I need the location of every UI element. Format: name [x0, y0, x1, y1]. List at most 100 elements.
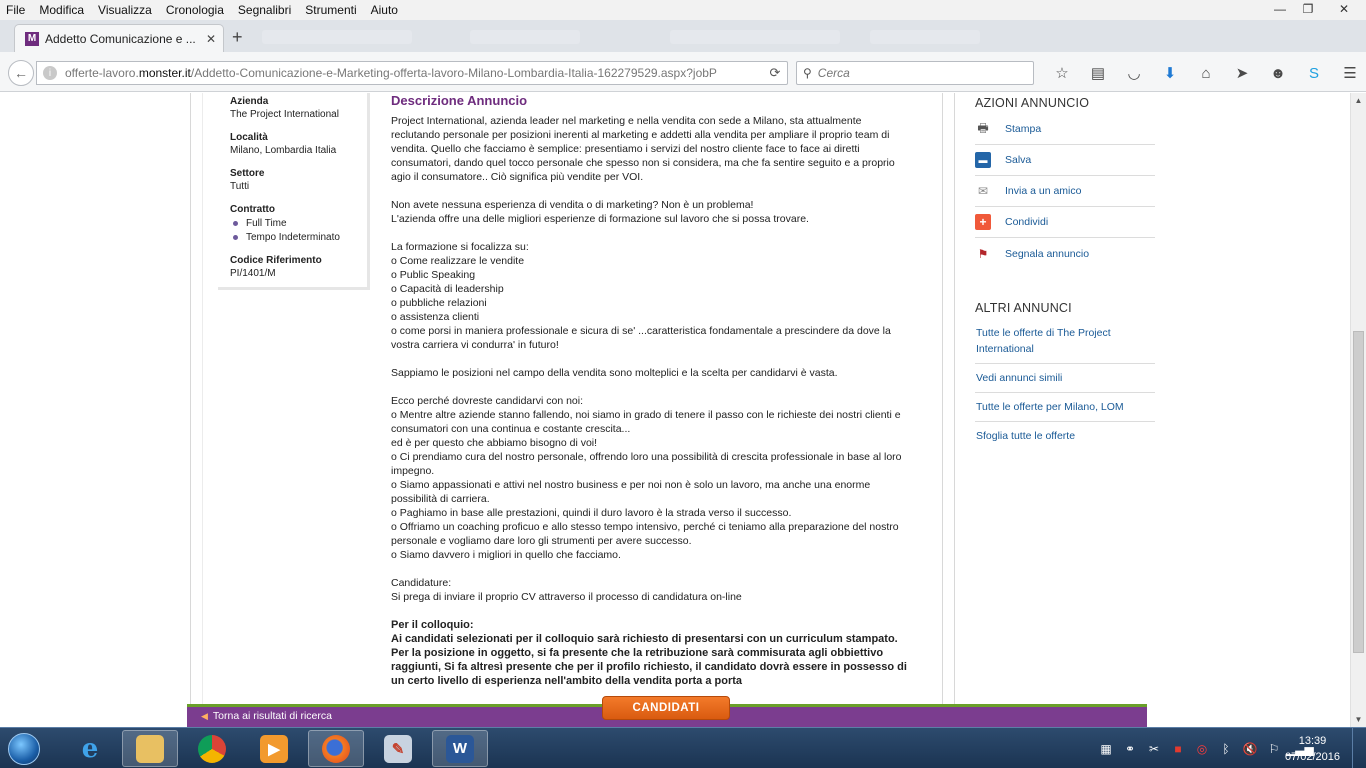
- tools-icon[interactable]: ✂: [1142, 742, 1166, 756]
- media-player-icon: ▶: [260, 734, 288, 763]
- navigation-bar: i offerte-lavoro.monster.it/Addetto-Comu…: [0, 52, 1366, 92]
- download-icon[interactable]: ⬇: [1152, 62, 1188, 84]
- chat-icon[interactable]: ☻: [1260, 62, 1296, 84]
- search-bar[interactable]: ⚲: [796, 61, 1034, 85]
- others-heading: ALTRI ANNUNCI: [975, 301, 1072, 315]
- menu-aiuto[interactable]: Aiuto: [364, 0, 405, 20]
- start-grid-icon[interactable]: ▦: [1094, 742, 1118, 756]
- page-frame-border: [954, 93, 955, 727]
- app-tray-icon[interactable]: ■: [1166, 742, 1190, 756]
- system-tray: ▦ ⚭ ✂ ■ ◎ ᛒ 🔇 ⚐ ▁▃▅: [1094, 728, 1313, 768]
- file-explorer-icon: [136, 734, 164, 763]
- printer-icon: 🖶: [977, 120, 989, 135]
- pocket-icon[interactable]: ◡: [1116, 62, 1152, 84]
- window-controls: — ❐ ✕: [1266, 0, 1366, 20]
- report-action[interactable]: ⚑ Segnala annuncio: [975, 238, 1155, 269]
- volume-muted-icon[interactable]: 🔇: [1238, 742, 1262, 756]
- menu-segnalibri[interactable]: Segnalibri: [231, 0, 298, 20]
- tab-bar: M Addetto Comunicazione e ... ✕ +: [0, 20, 1366, 52]
- taskbar-app[interactable]: [308, 730, 364, 767]
- bluetooth-icon[interactable]: ᛒ: [1214, 742, 1238, 756]
- back-button[interactable]: ←: [8, 60, 34, 86]
- contratto-label: Contratto: [230, 204, 275, 215]
- reload-icon[interactable]: ⟳: [763, 65, 787, 81]
- opera-icon[interactable]: ◎: [1190, 742, 1214, 756]
- close-window-button[interactable]: ✕: [1322, 0, 1366, 18]
- home-icon[interactable]: ⌂: [1188, 62, 1224, 84]
- new-tab-button[interactable]: +: [232, 28, 243, 46]
- minimize-button[interactable]: —: [1266, 0, 1294, 18]
- other-jobs-link[interactable]: Tutte le offerte per Milano, LOM: [975, 393, 1155, 422]
- codice-value: PI/1401/M: [230, 268, 276, 279]
- show-desktop-button[interactable]: [1352, 728, 1366, 768]
- menu-visualizza[interactable]: Visualizza: [91, 0, 159, 20]
- share-action[interactable]: + Condividi: [975, 207, 1155, 238]
- tab-active[interactable]: M Addetto Comunicazione e ... ✕: [14, 24, 224, 52]
- network-link-icon[interactable]: ⚭: [1118, 742, 1142, 756]
- interview-paragraph: Per il colloquio: Ai candidati seleziona…: [391, 619, 907, 687]
- skype-icon[interactable]: S: [1296, 62, 1332, 84]
- azienda-label: Azienda: [230, 96, 269, 107]
- bookmark-star-icon[interactable]: ☆: [1044, 62, 1080, 84]
- description-paragraph: La formazione si focalizza su: o Come re…: [391, 241, 891, 351]
- menu-bar: File Modifica Visualizza Cronologia Segn…: [0, 0, 1366, 20]
- url-bar[interactable]: i offerte-lavoro.monster.it/Addetto-Comu…: [36, 61, 788, 85]
- description-paragraph: Project International, azienda leader ne…: [391, 115, 895, 183]
- taskbar-app[interactable]: [184, 730, 240, 767]
- back-to-results-link[interactable]: ◀ Torna ai risultati di ricerca: [201, 710, 332, 722]
- send-friend-action[interactable]: ✉ Invia a un amico: [975, 176, 1155, 207]
- localita-value: Milano, Lombardia Italia: [230, 145, 337, 156]
- other-jobs-link[interactable]: Vedi annunci simili: [975, 364, 1155, 393]
- taskbar-app[interactable]: [122, 730, 178, 767]
- tab-close-icon[interactable]: ✕: [203, 32, 219, 46]
- scroll-up-icon[interactable]: ▲: [1351, 93, 1366, 108]
- action-center-flag-icon[interactable]: ⚐: [1262, 742, 1286, 756]
- apply-button[interactable]: CANDIDATI: [602, 696, 730, 720]
- chrome-icon: [198, 734, 226, 763]
- menu-strumenti[interactable]: Strumenti: [298, 0, 363, 20]
- tab-title: Addetto Comunicazione e ...: [45, 31, 196, 46]
- flag-icon: ⚑: [977, 246, 989, 261]
- taskbar-app[interactable]: ✎: [370, 730, 426, 767]
- search-input[interactable]: [817, 66, 1018, 80]
- vertical-scrollbar[interactable]: ▲ ▼: [1350, 93, 1366, 727]
- taskbar-app[interactable]: W: [432, 730, 488, 767]
- scrollbar-thumb[interactable]: [1353, 331, 1364, 653]
- description-paragraph: Non avete nessuna esperienza di vendita …: [391, 199, 809, 225]
- description-paragraph: Sappiamo le posizioni nel campo della ve…: [391, 367, 838, 379]
- description-paragraph: Ecco perché dovreste candidarvi con noi:…: [391, 395, 902, 561]
- localita-label: Località: [230, 132, 268, 143]
- hamburger-menu-icon[interactable]: ☰: [1332, 62, 1366, 84]
- system-clock[interactable]: 13:39 07/02/2016: [1285, 733, 1340, 765]
- envelope-icon: ✉: [977, 184, 989, 198]
- send-icon[interactable]: ➤: [1224, 62, 1260, 84]
- description-body: Project International, azienda leader ne…: [391, 114, 913, 688]
- start-button[interactable]: [4, 730, 44, 768]
- site-info-icon[interactable]: i: [43, 66, 57, 80]
- reading-list-icon[interactable]: ▤: [1080, 62, 1116, 84]
- background-tab-placeholder: [870, 30, 980, 44]
- firefox-icon: [322, 734, 350, 763]
- arrow-left-icon: ←: [14, 65, 28, 81]
- bullet-icon: [233, 235, 238, 240]
- menu-file[interactable]: File: [0, 0, 32, 20]
- print-action[interactable]: 🖶 Stampa: [975, 114, 1155, 145]
- menu-modifica[interactable]: Modifica: [32, 0, 91, 20]
- settore-value: Tutti: [230, 181, 250, 192]
- taskbar-app[interactable]: ▶: [246, 730, 302, 767]
- save-action[interactable]: ▬ Salva: [975, 145, 1155, 176]
- taskbar-app[interactable]: e: [62, 730, 118, 767]
- clock-time: 13:39: [1298, 735, 1327, 747]
- other-jobs-link[interactable]: Tutte le offerte di The Project Internat…: [975, 319, 1155, 364]
- description-title: Descrizione Annuncio: [391, 93, 528, 108]
- word-icon: W: [446, 734, 474, 763]
- scroll-down-icon[interactable]: ▼: [1351, 712, 1366, 727]
- menu-cronologia[interactable]: Cronologia: [159, 0, 231, 20]
- maximize-button[interactable]: ❐: [1294, 0, 1322, 18]
- paint-app-icon: ✎: [384, 734, 412, 763]
- background-tab-placeholder: [670, 30, 840, 44]
- codice-label: Codice Riferimento: [230, 255, 322, 266]
- floppy-icon: ▬: [975, 152, 991, 168]
- other-jobs-link[interactable]: Sfoglia tutte le offerte: [975, 422, 1155, 450]
- url-text: offerte-lavoro.monster.it/Addetto-Comuni…: [65, 66, 717, 80]
